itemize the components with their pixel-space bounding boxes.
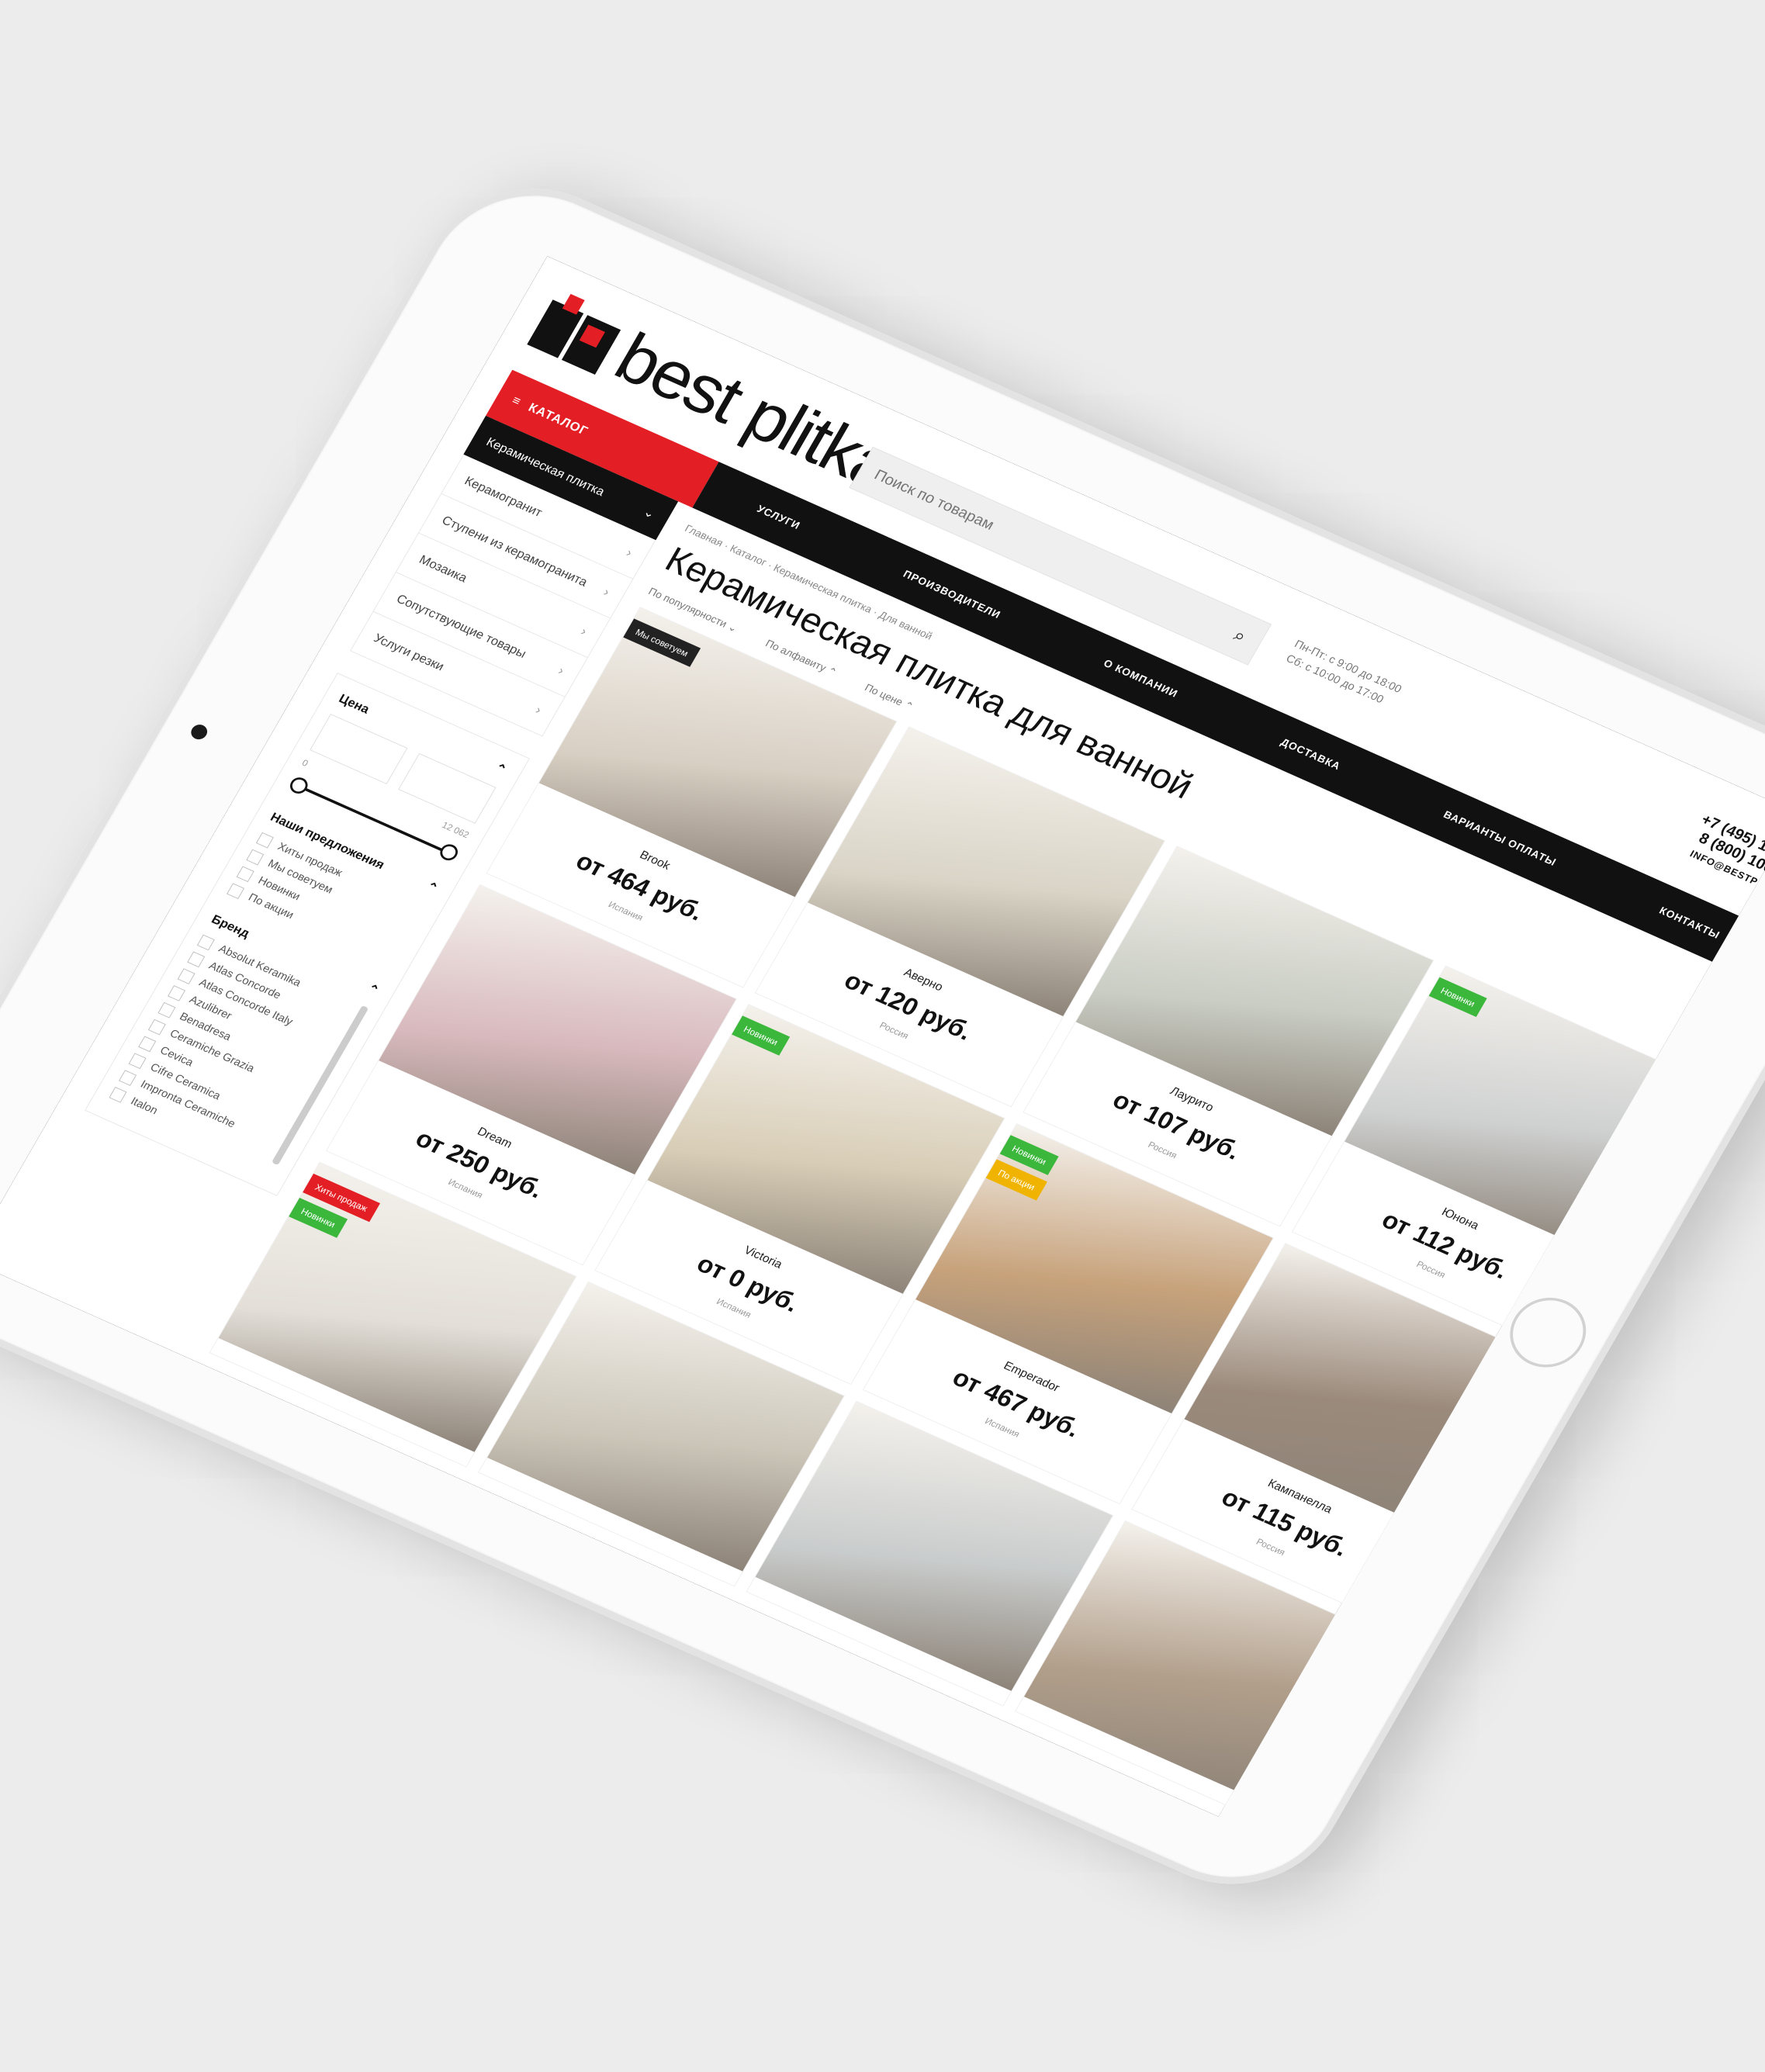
cart-button[interactable]: 🛒 xyxy=(1604,1136,1687,1217)
filter-brand-title: Бренд xyxy=(209,911,252,940)
slider-handle-min[interactable] xyxy=(286,774,311,796)
price-min-label: 0 xyxy=(299,756,310,769)
product-badge: Новинки xyxy=(731,1015,791,1056)
nav-item-contacts[interactable]: КОНТАКТЫ xyxy=(1657,905,1722,941)
logo-mark-icon xyxy=(526,289,629,375)
nav-item-delivery[interactable]: ДОСТАВКА xyxy=(1279,735,1343,772)
working-hours: Пн-Пт: с 9:00 до 18:00 Сб: с 10:00 до 17… xyxy=(1282,636,1404,712)
price-max-label: 12 062 xyxy=(439,819,471,840)
sidebar-item-label: Мозаика xyxy=(417,552,470,585)
catalog-label: КАТАЛОГ xyxy=(525,400,591,438)
chevron-right-icon: › xyxy=(623,545,635,559)
product-badge: Новинки xyxy=(1428,976,1487,1017)
camera-icon xyxy=(188,721,210,742)
nav-item-about[interactable]: О КОМПАНИИ xyxy=(1101,657,1179,700)
menu-icon: ≡ xyxy=(509,392,524,408)
chevron-up-icon: ⌃ xyxy=(364,981,382,998)
search-icon[interactable]: ⌕ xyxy=(1215,617,1265,654)
filter-price-title: Цена xyxy=(336,690,372,716)
nav-item-services[interactable]: УСЛУГИ xyxy=(755,503,802,531)
chevron-down-icon: ⌄ xyxy=(640,503,658,521)
cart-icon: 🛒 xyxy=(1628,1161,1663,1192)
chevron-up-icon: ⌃ xyxy=(492,760,509,777)
tablet-frame: best plitka. ⌕ Пн-Пт: с 9:00 до 18:00 Сб… xyxy=(0,155,1765,1917)
slider-handle-max[interactable] xyxy=(436,841,461,863)
chevron-right-icon: › xyxy=(532,702,544,716)
website: best plitka. ⌕ Пн-Пт: с 9:00 до 18:00 Сб… xyxy=(0,255,1765,1817)
page-body: Керамическая плитка ⌄ Керамогранит › Сту… xyxy=(0,415,1758,1817)
tablet-screen: best plitka. ⌕ Пн-Пт: с 9:00 до 18:00 Сб… xyxy=(0,255,1765,1817)
chevron-right-icon: › xyxy=(578,623,590,638)
product-badge: Мы советуем xyxy=(622,617,701,667)
chevron-right-icon: › xyxy=(555,662,567,677)
chevron-right-icon: › xyxy=(600,584,612,599)
chevron-up-icon: ⌃ xyxy=(423,878,441,896)
